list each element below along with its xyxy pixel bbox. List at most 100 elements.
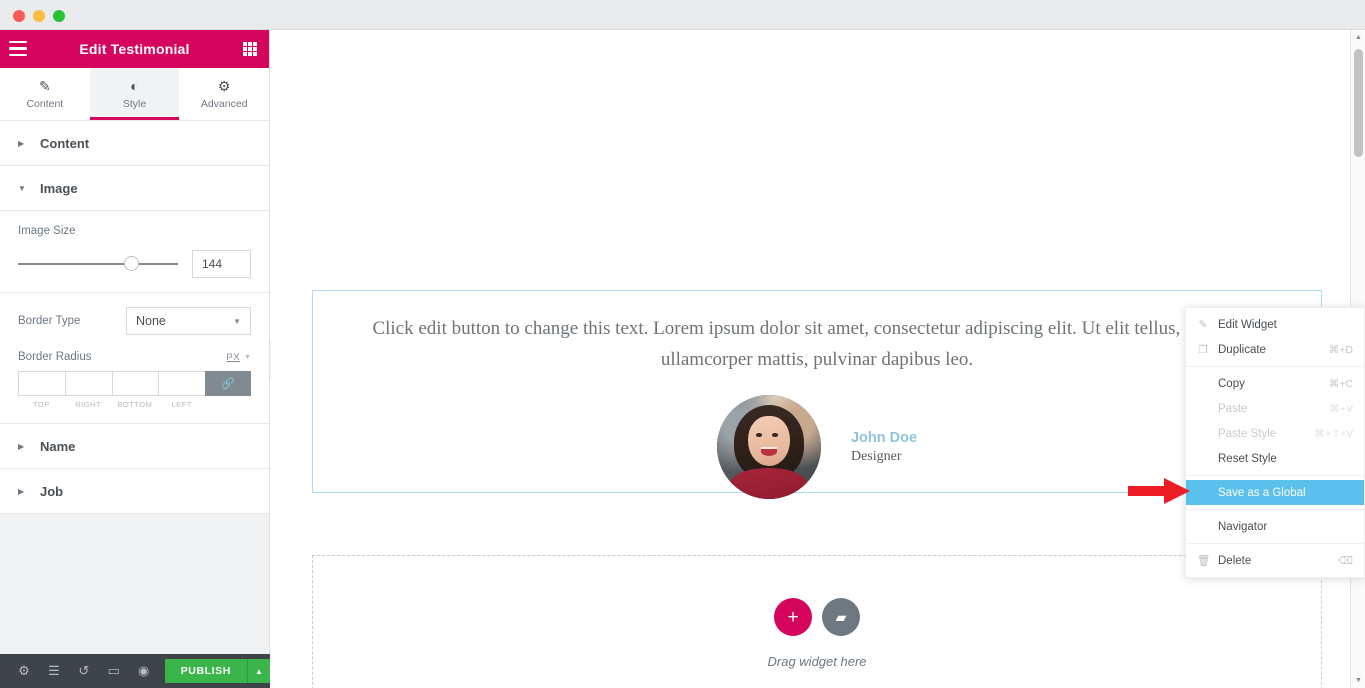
- menu-item-label: Delete: [1218, 554, 1252, 567]
- border-controls: Border Type None ▼ Border Radius PX ▼ TO…: [0, 293, 269, 424]
- tab-advanced-label: Advanced: [200, 97, 248, 110]
- hamburger-menu-icon[interactable]: [9, 41, 27, 56]
- add-widget-button[interactable]: +: [774, 598, 812, 636]
- border-radius-label: Border Radius: [18, 351, 92, 363]
- border-radius-right-label: RIGHT: [75, 400, 102, 409]
- publish-button[interactable]: PUBLISH: [164, 659, 247, 683]
- menu-item-shortcut: ⌫: [1338, 554, 1353, 567]
- chevron-right-icon: ▶: [18, 441, 25, 451]
- border-radius-right-input[interactable]: [64, 371, 112, 396]
- dropzone-label: Drag widget here: [767, 654, 867, 669]
- border-radius-bottom-label: BOTTOM: [117, 400, 153, 409]
- border-radius-top: TOP: [18, 371, 65, 409]
- responsive-icon[interactable]: ▭: [99, 654, 129, 688]
- menu-item-edit-widget[interactable]: ✎ Edit Widget: [1186, 312, 1364, 337]
- image-size-input[interactable]: 144: [192, 250, 251, 278]
- menu-group-global: Save as a Global: [1186, 476, 1364, 510]
- window-maximize-button[interactable]: [53, 10, 65, 22]
- menu-item-label: Paste: [1218, 402, 1248, 415]
- menu-item-navigator[interactable]: Navigator: [1186, 514, 1364, 539]
- context-menu: ✎ Edit Widget ❐ Duplicate ⌘+D Copy ⌘+C P…: [1185, 307, 1365, 578]
- publish-options-caret-icon[interactable]: ▲: [246, 659, 270, 683]
- section-image[interactable]: ▼ Image: [0, 166, 269, 211]
- window-titlebar: [0, 0, 1365, 30]
- annotation-arrow-icon: [1128, 478, 1190, 504]
- testimonial-meta-text: John Doe Designer: [851, 430, 917, 465]
- border-radius-left-input[interactable]: [158, 371, 205, 396]
- border-radius-left: LEFT: [158, 371, 205, 409]
- add-template-folder-icon[interactable]: ▰: [822, 598, 860, 636]
- preview-icon[interactable]: ◉: [129, 654, 159, 688]
- menu-item-label: Navigator: [1218, 520, 1268, 533]
- trash-icon: 🗑: [1197, 555, 1211, 567]
- chevron-right-icon: ▶: [18, 486, 25, 496]
- widget-dropzone[interactable]: + ▰ Drag widget here: [312, 555, 1322, 688]
- section-content-label: Content: [40, 135, 90, 151]
- avatar[interactable]: [716, 395, 821, 499]
- unit-switcher[interactable]: PX ▼: [226, 352, 251, 363]
- gear-icon: ⚙: [217, 77, 231, 94]
- section-name[interactable]: ▶ Name: [0, 424, 269, 469]
- tab-style[interactable]: ◐ Style: [89, 68, 180, 120]
- scroll-up-arrow-icon[interactable]: ▲: [1351, 30, 1365, 45]
- image-size-control: Image Size 144: [0, 211, 269, 293]
- link-values-icon[interactable]: 🔗: [205, 371, 251, 396]
- chevron-down-icon: ▼: [18, 183, 26, 193]
- tab-content-label: Content: [26, 97, 64, 110]
- window-close-button[interactable]: [13, 10, 25, 22]
- widgets-grid-icon[interactable]: [243, 42, 257, 56]
- menu-group-edit: ✎ Edit Widget ❐ Duplicate ⌘+D: [1186, 308, 1364, 367]
- unit-label[interactable]: PX: [226, 352, 240, 363]
- border-radius-bottom-input[interactable]: [111, 371, 159, 396]
- section-job-label: Job: [40, 483, 64, 499]
- image-size-label: Image Size: [18, 225, 76, 237]
- menu-item-duplicate[interactable]: ❐ Duplicate ⌘+D: [1186, 337, 1364, 362]
- panel-footer: ⚙ ☰ ↺ ▭ ◉ PUBLISH ▲: [0, 654, 270, 688]
- border-radius-top-label: TOP: [32, 400, 50, 409]
- scrollbar-thumb[interactable]: [1354, 49, 1363, 157]
- menu-item-paste-style: Paste Style ⌘+⇧+V: [1186, 421, 1364, 446]
- menu-group-clipboard: Copy ⌘+C Paste ⌘+V Paste Style ⌘+⇧+V Res…: [1186, 367, 1364, 476]
- history-icon[interactable]: ↺: [69, 654, 99, 688]
- border-radius-top-input[interactable]: [18, 371, 65, 396]
- menu-item-save-as-global[interactable]: Save as a Global: [1186, 480, 1364, 505]
- testimonial-text[interactable]: Click edit button to change this text. L…: [339, 313, 1295, 375]
- settings-icon[interactable]: ⚙: [9, 654, 39, 688]
- testimonial-name[interactable]: John Doe: [851, 430, 917, 446]
- border-type-select[interactable]: None ▼: [126, 307, 251, 335]
- menu-item-shortcut: ⌘+C: [1328, 377, 1353, 390]
- panel-tabs: ✎ Content ◐ Style ⚙ Advanced: [0, 68, 269, 121]
- pencil-icon: ✎: [38, 77, 51, 94]
- section-job[interactable]: ▶ Job: [0, 469, 269, 514]
- menu-item-label: Duplicate: [1218, 343, 1266, 356]
- menu-item-label: Paste Style: [1218, 427, 1277, 440]
- testimonial-job[interactable]: Designer: [851, 449, 917, 465]
- menu-item-shortcut: ⌘+V: [1329, 402, 1353, 415]
- menu-group-navigator: Navigator: [1186, 510, 1364, 544]
- border-radius-bottom: BOTTOM: [111, 371, 159, 409]
- tab-content[interactable]: ✎ Content: [0, 68, 90, 120]
- chevron-down-icon: ▼: [233, 316, 241, 326]
- menu-item-delete[interactable]: 🗑 Delete ⌫: [1186, 548, 1364, 573]
- duplicate-icon: ❐: [1198, 343, 1208, 356]
- pencil-icon: ✎: [1198, 318, 1208, 331]
- image-size-slider[interactable]: [18, 256, 178, 272]
- menu-item-reset-style[interactable]: Reset Style: [1186, 446, 1364, 471]
- menu-item-label: Copy: [1218, 377, 1245, 390]
- menu-item-shortcut: ⌘+⇧+V: [1314, 427, 1353, 440]
- menu-item-label: Save as a Global: [1218, 486, 1306, 499]
- menu-item-copy[interactable]: Copy ⌘+C: [1186, 371, 1364, 396]
- scroll-down-arrow-icon[interactable]: ▼: [1351, 673, 1365, 688]
- section-image-label: Image: [40, 180, 78, 196]
- testimonial-widget[interactable]: Click edit button to change this text. L…: [312, 290, 1322, 499]
- section-content[interactable]: ▶ Content: [0, 121, 269, 166]
- layers-icon[interactable]: ☰: [39, 654, 69, 688]
- contrast-icon: ◐: [130, 77, 139, 94]
- border-radius-right: RIGHT: [64, 371, 112, 409]
- panel-header: Edit Testimonial: [0, 30, 269, 68]
- tab-advanced[interactable]: ⚙ Advanced: [179, 68, 269, 120]
- border-radius-left-label: LEFT: [171, 400, 192, 409]
- slider-thumb[interactable]: [123, 256, 139, 271]
- window-minimize-button[interactable]: [33, 10, 45, 22]
- menu-item-label: Edit Widget: [1218, 318, 1277, 331]
